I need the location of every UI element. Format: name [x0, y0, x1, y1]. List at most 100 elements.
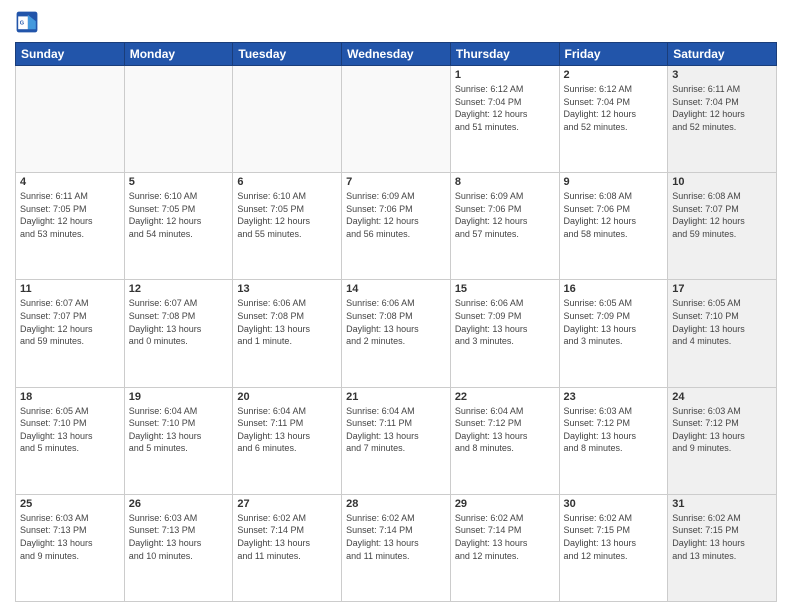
calendar-cell: 30 Sunrise: 6:02 AM Sunset: 7:15 PM Dayli…	[559, 494, 668, 601]
calendar-cell: 11 Sunrise: 6:07 AM Sunset: 7:07 PM Dayli…	[16, 280, 125, 387]
day-info: Sunrise: 6:10 AM Sunset: 7:05 PM Dayligh…	[129, 190, 229, 240]
weekday-header: Wednesday	[342, 43, 451, 66]
calendar-cell: 26Sunrise: 6:03 AM Sunset: 7:13 PM Dayli…	[124, 494, 233, 601]
day-info: Sunrise: 6:05 AM Sunset: 7:10 PM Dayligh…	[672, 297, 772, 347]
calendar-cell: 18 Sunrise: 6:05 AM Sunset: 7:10 PM Dayli…	[16, 387, 125, 494]
day-info: Sunrise: 6:04 AM Sunset: 7:12 PM Dayligh…	[455, 405, 555, 455]
day-number: 11	[20, 283, 120, 295]
day-info: Sunrise: 6:06 AM Sunset: 7:08 PM Dayligh…	[346, 297, 446, 347]
day-info: Sunrise: 6:02 AM Sunset: 7:14 PM Dayligh…	[237, 512, 337, 562]
calendar-cell: 6Sunrise: 6:10 AM Sunset: 7:05 PM Daylig…	[233, 173, 342, 280]
calendar-cell: 5 Sunrise: 6:10 AM Sunset: 7:05 PM Daylig…	[124, 173, 233, 280]
day-info: Sunrise: 6:11 AM Sunset: 7:04 PM Dayligh…	[672, 83, 772, 133]
day-number: 6	[237, 176, 337, 188]
day-number: 13	[237, 283, 337, 295]
calendar-cell	[124, 66, 233, 173]
page: G SundayMondayTuesdayWednesdayThursdayFr…	[0, 0, 792, 612]
weekday-header: Friday	[559, 43, 668, 66]
weekday-header: Thursday	[450, 43, 559, 66]
day-info: Sunrise: 6:09 AM Sunset: 7:06 PM Dayligh…	[455, 190, 555, 240]
calendar-week-row: 4Sunrise: 6:11 AM Sunset: 7:05 PM Daylig…	[16, 173, 777, 280]
day-number: 30	[564, 498, 664, 510]
calendar: SundayMondayTuesdayWednesdayThursdayFrid…	[15, 42, 777, 602]
day-number: 17	[672, 283, 772, 295]
calendar-cell: 23 Sunrise: 6:03 AM Sunset: 7:12 PM Dayli…	[559, 387, 668, 494]
day-number: 25	[20, 498, 120, 510]
day-number: 8	[455, 176, 555, 188]
calendar-cell: 7 Sunrise: 6:09 AM Sunset: 7:06 PM Daylig…	[342, 173, 451, 280]
calendar-cell	[16, 66, 125, 173]
day-info: Sunrise: 6:04 AM Sunset: 7:11 PM Dayligh…	[237, 405, 337, 455]
day-number: 10	[672, 176, 772, 188]
calendar-cell: 22 Sunrise: 6:04 AM Sunset: 7:12 PM Dayli…	[450, 387, 559, 494]
calendar-week-row: 18 Sunrise: 6:05 AM Sunset: 7:10 PM Dayli…	[16, 387, 777, 494]
day-number: 19	[129, 391, 229, 403]
day-number: 28	[346, 498, 446, 510]
day-number: 14	[346, 283, 446, 295]
calendar-cell: 31 Sunrise: 6:02 AM Sunset: 7:15 PM Dayli…	[668, 494, 777, 601]
calendar-cell	[233, 66, 342, 173]
logo: G	[15, 10, 43, 34]
calendar-cell: 28 Sunrise: 6:02 AM Sunset: 7:14 PM Dayli…	[342, 494, 451, 601]
day-number: 23	[564, 391, 664, 403]
calendar-cell: 24Sunrise: 6:03 AM Sunset: 7:12 PM Dayli…	[668, 387, 777, 494]
day-number: 29	[455, 498, 555, 510]
day-info: Sunrise: 6:07 AM Sunset: 7:08 PM Dayligh…	[129, 297, 229, 347]
calendar-week-row: 25 Sunrise: 6:03 AM Sunset: 7:13 PM Dayli…	[16, 494, 777, 601]
calendar-cell: 27 Sunrise: 6:02 AM Sunset: 7:14 PM Dayli…	[233, 494, 342, 601]
day-number: 15	[455, 283, 555, 295]
calendar-cell: 3 Sunrise: 6:11 AM Sunset: 7:04 PM Daylig…	[668, 66, 777, 173]
day-info: Sunrise: 6:07 AM Sunset: 7:07 PM Dayligh…	[20, 297, 120, 347]
day-number: 2	[564, 69, 664, 81]
day-info: Sunrise: 6:05 AM Sunset: 7:09 PM Dayligh…	[564, 297, 664, 347]
day-info: Sunrise: 6:06 AM Sunset: 7:08 PM Dayligh…	[237, 297, 337, 347]
calendar-cell: 29Sunrise: 6:02 AM Sunset: 7:14 PM Dayli…	[450, 494, 559, 601]
day-number: 1	[455, 69, 555, 81]
calendar-cell: 13 Sunrise: 6:06 AM Sunset: 7:08 PM Dayli…	[233, 280, 342, 387]
calendar-cell	[342, 66, 451, 173]
calendar-cell: 4Sunrise: 6:11 AM Sunset: 7:05 PM Daylig…	[16, 173, 125, 280]
day-info: Sunrise: 6:03 AM Sunset: 7:12 PM Dayligh…	[564, 405, 664, 455]
day-number: 27	[237, 498, 337, 510]
day-number: 21	[346, 391, 446, 403]
calendar-cell: 20 Sunrise: 6:04 AM Sunset: 7:11 PM Dayli…	[233, 387, 342, 494]
calendar-week-row: 1 Sunrise: 6:12 AM Sunset: 7:04 PM Daylig…	[16, 66, 777, 173]
calendar-cell: 19 Sunrise: 6:04 AM Sunset: 7:10 PM Dayli…	[124, 387, 233, 494]
calendar-cell: 15Sunrise: 6:06 AM Sunset: 7:09 PM Dayli…	[450, 280, 559, 387]
day-info: Sunrise: 6:02 AM Sunset: 7:15 PM Dayligh…	[672, 512, 772, 562]
calendar-week-row: 11 Sunrise: 6:07 AM Sunset: 7:07 PM Dayli…	[16, 280, 777, 387]
calendar-cell: 25 Sunrise: 6:03 AM Sunset: 7:13 PM Dayli…	[16, 494, 125, 601]
day-info: Sunrise: 6:12 AM Sunset: 7:04 PM Dayligh…	[455, 83, 555, 133]
day-number: 3	[672, 69, 772, 81]
day-number: 31	[672, 498, 772, 510]
day-number: 26	[129, 498, 229, 510]
day-info: Sunrise: 6:08 AM Sunset: 7:07 PM Dayligh…	[672, 190, 772, 240]
day-number: 22	[455, 391, 555, 403]
day-number: 5	[129, 176, 229, 188]
day-info: Sunrise: 6:09 AM Sunset: 7:06 PM Dayligh…	[346, 190, 446, 240]
calendar-cell: 8 Sunrise: 6:09 AM Sunset: 7:06 PM Daylig…	[450, 173, 559, 280]
calendar-cell: 14 Sunrise: 6:06 AM Sunset: 7:08 PM Dayli…	[342, 280, 451, 387]
day-number: 24	[672, 391, 772, 403]
day-number: 20	[237, 391, 337, 403]
calendar-cell: 1 Sunrise: 6:12 AM Sunset: 7:04 PM Daylig…	[450, 66, 559, 173]
day-info: Sunrise: 6:02 AM Sunset: 7:15 PM Dayligh…	[564, 512, 664, 562]
weekday-header: Saturday	[668, 43, 777, 66]
logo-icon: G	[15, 10, 39, 34]
day-info: Sunrise: 6:03 AM Sunset: 7:13 PM Dayligh…	[20, 512, 120, 562]
header: G	[15, 10, 777, 34]
day-info: Sunrise: 6:02 AM Sunset: 7:14 PM Dayligh…	[346, 512, 446, 562]
day-info: Sunrise: 6:12 AM Sunset: 7:04 PM Dayligh…	[564, 83, 664, 133]
weekday-header: Monday	[124, 43, 233, 66]
day-number: 18	[20, 391, 120, 403]
day-number: 7	[346, 176, 446, 188]
day-info: Sunrise: 6:05 AM Sunset: 7:10 PM Dayligh…	[20, 405, 120, 455]
day-number: 16	[564, 283, 664, 295]
weekday-header: Tuesday	[233, 43, 342, 66]
calendar-cell: 2 Sunrise: 6:12 AM Sunset: 7:04 PM Daylig…	[559, 66, 668, 173]
svg-text:G: G	[20, 20, 24, 26]
day-number: 12	[129, 283, 229, 295]
day-info: Sunrise: 6:08 AM Sunset: 7:06 PM Dayligh…	[564, 190, 664, 240]
day-info: Sunrise: 6:04 AM Sunset: 7:10 PM Dayligh…	[129, 405, 229, 455]
calendar-cell: 21Sunrise: 6:04 AM Sunset: 7:11 PM Dayli…	[342, 387, 451, 494]
